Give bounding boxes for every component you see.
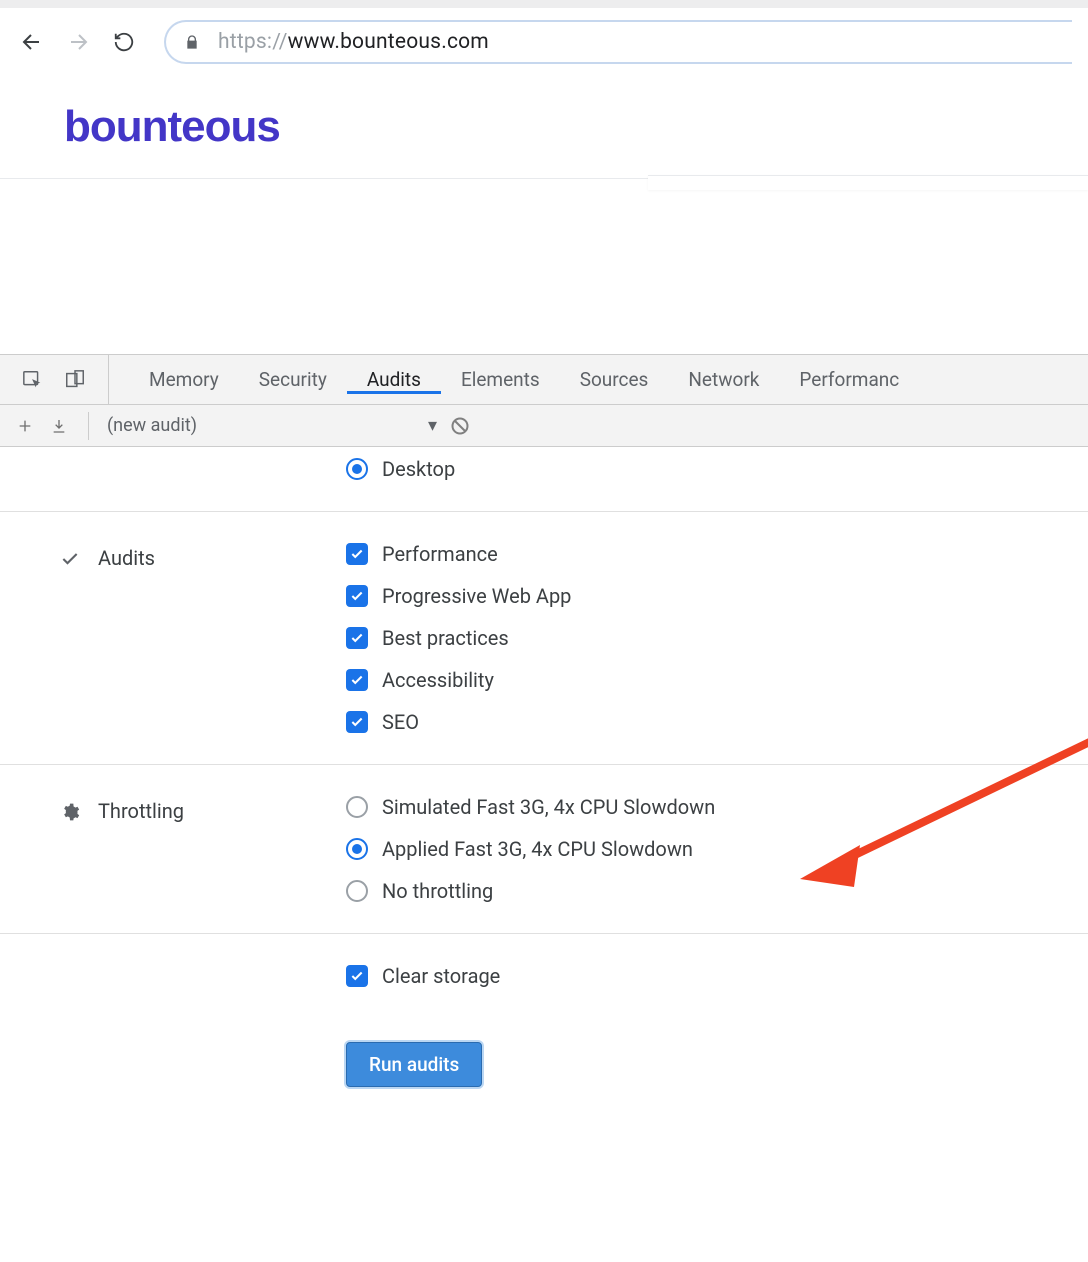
run-section-header <box>60 964 300 1087</box>
devtools-panel: Memory Security Audits Elements Sources … <box>0 354 1088 1147</box>
checkbox-checked-icon <box>346 965 368 987</box>
device-section-header <box>60 457 300 481</box>
throttling-option-applied[interactable]: Applied Fast 3G, 4x CPU Slowdown <box>346 837 1048 861</box>
radio-label: No throttling <box>382 879 493 903</box>
throttling-section: Throttling Simulated Fast 3G, 4x CPU Slo… <box>0 765 1088 934</box>
audit-checkbox-best-practices[interactable]: Best practices <box>346 626 1048 650</box>
checkbox-label: Performance <box>382 542 498 566</box>
checkbox-label: Clear storage <box>382 964 500 988</box>
audits-section-header: Audits <box>60 542 300 734</box>
device-option-desktop[interactable]: Desktop <box>346 457 1048 481</box>
url-host: www.bounteous.com <box>288 30 489 54</box>
radio-checked-icon <box>346 458 368 480</box>
radio-label: Applied Fast 3G, 4x CPU Slowdown <box>382 837 693 861</box>
audits-body: Desktop Audits Performance Progressive W… <box>0 447 1088 1147</box>
browser-chrome: https://www.bounteous.com <box>0 0 1088 80</box>
tab-sources[interactable]: Sources <box>560 365 669 394</box>
checkbox-checked-icon <box>346 543 368 565</box>
gear-icon <box>60 802 82 827</box>
page-header: bounteous <box>0 80 1088 179</box>
checkbox-checked-icon <box>346 669 368 691</box>
tab-performance[interactable]: Performanc <box>779 365 919 394</box>
audit-checkbox-performance[interactable]: Performance <box>346 542 1048 566</box>
inspect-element-icon[interactable] <box>22 369 44 391</box>
url-scheme: https:// <box>218 30 288 54</box>
page-content-area <box>0 179 1088 354</box>
checkbox-checked-icon <box>346 711 368 733</box>
chevron-down-icon: ▾ <box>428 415 437 436</box>
audits-section: Audits Performance Progressive Web App B… <box>0 512 1088 765</box>
device-option-label: Desktop <box>382 457 455 481</box>
tab-security[interactable]: Security <box>239 365 347 394</box>
checkbox-label: Accessibility <box>382 668 494 692</box>
device-toolbar-icon[interactable] <box>64 369 86 391</box>
run-audits-button[interactable]: Run audits <box>346 1042 482 1087</box>
radio-label: Simulated Fast 3G, 4x CPU Slowdown <box>382 795 715 819</box>
run-section: Clear storage Run audits <box>0 934 1088 1147</box>
audits-toolbar: (new audit) ▾ <box>0 405 1088 447</box>
back-button[interactable] <box>20 30 44 54</box>
audit-dropdown-label: (new audit) <box>107 415 197 436</box>
throttling-section-label: Throttling <box>98 799 184 823</box>
checkbox-label: Best practices <box>382 626 509 650</box>
tab-network[interactable]: Network <box>668 365 779 394</box>
address-bar[interactable]: https://www.bounteous.com <box>164 20 1072 64</box>
toolbar-divider <box>88 412 89 440</box>
check-icon <box>60 549 82 574</box>
audits-section-label: Audits <box>98 546 155 570</box>
devtools-tab-bar: Memory Security Audits Elements Sources … <box>0 355 1088 405</box>
forward-button[interactable] <box>66 30 90 54</box>
throttling-section-header: Throttling <box>60 795 300 903</box>
tab-memory[interactable]: Memory <box>129 365 239 394</box>
throttling-option-simulated[interactable]: Simulated Fast 3G, 4x CPU Slowdown <box>346 795 1048 819</box>
address-bar-url: https://www.bounteous.com <box>218 30 489 54</box>
checkbox-checked-icon <box>346 585 368 607</box>
radio-unchecked-icon <box>346 796 368 818</box>
clear-storage-checkbox[interactable]: Clear storage <box>346 964 1048 988</box>
throttling-option-none[interactable]: No throttling <box>346 879 1048 903</box>
browser-toolbar: https://www.bounteous.com <box>0 8 1088 80</box>
devtools-left-icons <box>0 355 109 404</box>
logo[interactable]: bounteous <box>64 102 1024 152</box>
clear-icon[interactable] <box>449 416 471 436</box>
checkbox-checked-icon <box>346 627 368 649</box>
audit-checkbox-accessibility[interactable]: Accessibility <box>346 668 1048 692</box>
audit-dropdown[interactable]: (new audit) ▾ <box>107 415 437 436</box>
radio-checked-icon <box>346 838 368 860</box>
audit-checkbox-seo[interactable]: SEO <box>346 710 1048 734</box>
lock-icon <box>184 34 200 50</box>
devtools-tablist: Memory Security Audits Elements Sources … <box>109 365 919 394</box>
radio-unchecked-icon <box>346 880 368 902</box>
device-section: Desktop <box>0 447 1088 512</box>
checkbox-label: Progressive Web App <box>382 584 571 608</box>
plus-icon[interactable] <box>14 416 36 436</box>
audit-checkbox-pwa[interactable]: Progressive Web App <box>346 584 1048 608</box>
tab-elements[interactable]: Elements <box>441 365 560 394</box>
tab-audits[interactable]: Audits <box>347 365 441 394</box>
checkbox-label: SEO <box>382 710 419 734</box>
download-icon[interactable] <box>48 416 70 436</box>
reload-button[interactable] <box>112 30 136 54</box>
